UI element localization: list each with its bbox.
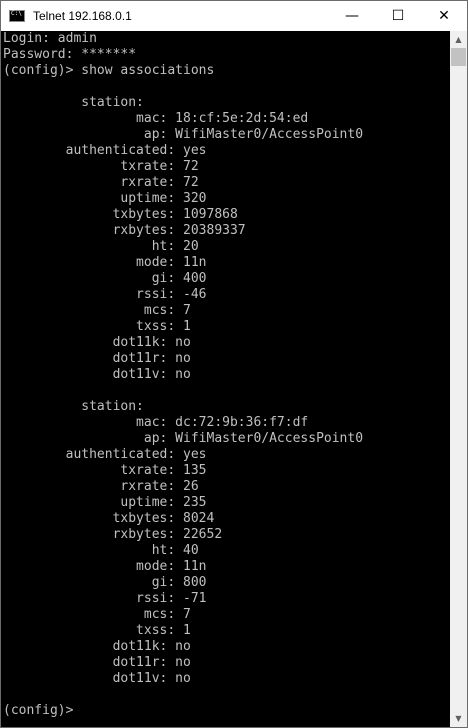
window-title: Telnet 192.168.0.1	[33, 9, 132, 23]
scroll-thumb[interactable]	[451, 48, 466, 66]
console-output: Login: admin Password: ******* (config)>…	[3, 31, 364, 718]
close-button[interactable]: ✕	[421, 1, 467, 31]
title-bar[interactable]: Telnet 192.168.0.1 — ☐ ✕	[1, 1, 467, 31]
telnet-window: Telnet 192.168.0.1 — ☐ ✕ Login: admin Pa…	[0, 0, 468, 728]
minimize-button[interactable]: —	[329, 1, 375, 31]
console-app-icon	[9, 10, 25, 22]
scroll-down-icon[interactable]: ▼	[450, 710, 467, 727]
maximize-button[interactable]: ☐	[375, 1, 421, 31]
scroll-up-icon[interactable]: ▲	[450, 31, 467, 48]
vertical-scrollbar[interactable]: ▲ ▼	[450, 31, 467, 727]
terminal-area[interactable]: Login: admin Password: ******* (config)>…	[2, 31, 450, 727]
